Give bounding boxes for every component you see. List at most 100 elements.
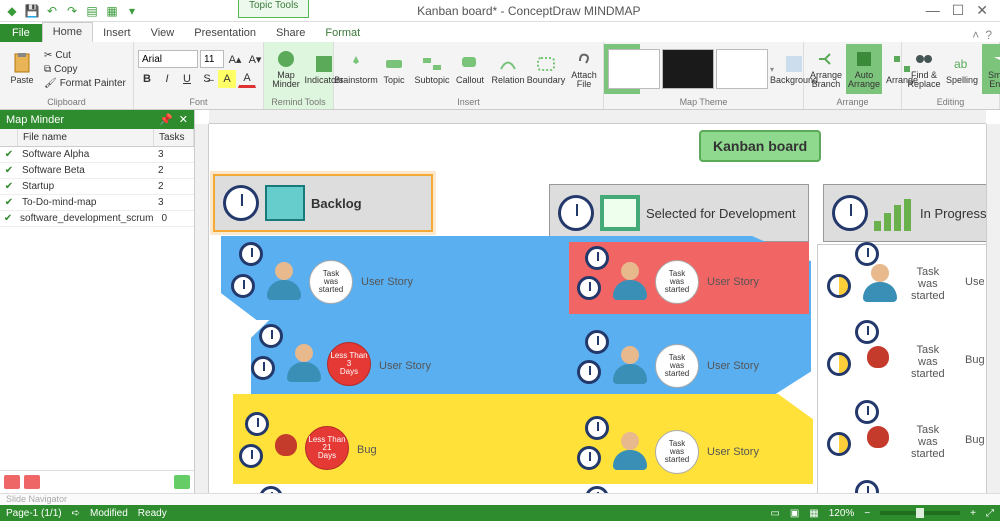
relation-button[interactable]: Relation xyxy=(490,44,526,94)
panel-tool-icon[interactable] xyxy=(174,475,190,489)
zoom-level[interactable]: 120% xyxy=(829,508,855,519)
spelling-button[interactable]: abSpelling xyxy=(944,44,980,94)
topic-label[interactable]: User Story xyxy=(707,360,759,372)
zoom-in-button[interactable]: + xyxy=(970,508,976,519)
zoom-out-button[interactable]: − xyxy=(864,508,870,519)
topic-label[interactable]: User Story xyxy=(707,276,759,288)
callout-button[interactable]: Callout xyxy=(452,44,488,94)
tab-insert[interactable]: Insert xyxy=(93,24,141,42)
vertical-scrollbar[interactable] xyxy=(986,124,1000,493)
help-icon[interactable]: ? xyxy=(985,28,992,42)
relation-icon xyxy=(498,54,518,74)
maximize-button[interactable]: ☐ xyxy=(952,2,965,19)
column-selected[interactable]: Selected for Development xyxy=(549,184,809,242)
arrange-branch-button[interactable]: Arrange Branch xyxy=(808,44,844,94)
view-mode-icon[interactable]: ▭ xyxy=(770,508,779,519)
auto-arrange-button[interactable]: Auto Arrange xyxy=(846,44,882,94)
column-progress[interactable]: In Progress xyxy=(823,184,986,242)
topic-button[interactable]: Topic xyxy=(376,44,412,94)
copy-button[interactable]: ⧉Copy xyxy=(42,63,128,76)
status-bubble: Less Than 21 Days xyxy=(305,426,349,470)
dropdown-icon[interactable]: ▾ xyxy=(124,3,140,19)
tab-format[interactable]: Format xyxy=(315,24,370,42)
font-size-select[interactable] xyxy=(200,50,224,68)
paste-button[interactable]: Paste xyxy=(4,44,40,94)
table-row[interactable]: ✔Software Alpha3 xyxy=(0,147,194,163)
minimize-button[interactable]: — xyxy=(926,2,940,19)
redo-icon[interactable]: ↷ xyxy=(64,3,80,19)
tab-home[interactable]: Home xyxy=(42,22,93,42)
undo-icon[interactable]: ↶ xyxy=(44,3,60,19)
brainstorm-button[interactable]: Brainstorm xyxy=(338,44,374,94)
font-family-select[interactable] xyxy=(138,50,198,68)
view-mode-icon[interactable]: ▦ xyxy=(809,508,818,519)
slide-navigator-bar[interactable]: Slide Navigator xyxy=(0,493,1000,505)
panel-tool-icon[interactable] xyxy=(4,475,20,489)
topic-label[interactable]: Use xyxy=(965,276,985,288)
page-indicator[interactable]: Page-1 (1/1) xyxy=(6,508,62,519)
clock-icon xyxy=(577,276,601,300)
canvas-stage[interactable]: Kanban board Backlog Selected for Develo… xyxy=(209,124,986,493)
map-title-topic[interactable]: Kanban board xyxy=(699,130,821,162)
cut-button[interactable]: ✂Cut xyxy=(42,49,128,62)
tab-presentation[interactable]: Presentation xyxy=(184,24,266,42)
format-painter-button[interactable]: 🖌Format Painter xyxy=(42,77,128,90)
tab-view[interactable]: View xyxy=(141,24,185,42)
attach-button[interactable]: Attach File xyxy=(566,44,602,94)
boundary-button[interactable]: Boundary xyxy=(528,44,564,94)
find-replace-button[interactable]: Find & Replace xyxy=(906,44,942,94)
nav-arrow-icon[interactable]: ➪ xyxy=(72,508,80,519)
shrink-font-button[interactable]: A▾ xyxy=(246,50,264,68)
close-button[interactable]: ✕ xyxy=(976,2,988,19)
topic-label[interactable]: User Story xyxy=(707,446,759,458)
topic-label[interactable]: Bug xyxy=(965,434,985,446)
underline-button[interactable]: U xyxy=(178,70,196,88)
theme-thumb[interactable] xyxy=(662,49,714,89)
topic-label[interactable]: Bug xyxy=(965,354,985,366)
pin-panel-icon[interactable]: 📌 xyxy=(159,113,173,126)
tab-share[interactable]: Share xyxy=(266,24,315,42)
check-icon[interactable]: ✔ xyxy=(0,197,18,208)
app-icon[interactable]: ◆ xyxy=(4,3,20,19)
check-icon[interactable]: ✔ xyxy=(0,181,18,192)
theme-thumb[interactable] xyxy=(716,49,768,89)
view-mode-icon[interactable]: ▣ xyxy=(790,508,799,519)
highlight-button[interactable]: A xyxy=(218,70,236,88)
group-clipboard: Paste ✂Cut ⧉Copy 🖌Format Painter Clipboa… xyxy=(0,42,134,109)
column-backlog[interactable]: Backlog xyxy=(213,174,433,232)
paste-icon xyxy=(12,53,32,73)
check-icon[interactable]: ✔ xyxy=(0,213,16,224)
canvas[interactable]: Kanban board Backlog Selected for Develo… xyxy=(195,110,1000,493)
strike-button[interactable]: S̶ xyxy=(198,70,216,88)
tab-file[interactable]: File xyxy=(0,24,42,42)
theme-thumb[interactable] xyxy=(608,49,660,89)
save-icon[interactable]: 💾 xyxy=(24,3,40,19)
close-panel-icon[interactable]: ✕ xyxy=(179,113,188,126)
table-row[interactable]: ✔software_development_scrum0 xyxy=(0,211,194,227)
check-icon[interactable]: ✔ xyxy=(0,149,18,160)
panel-tool-icon[interactable] xyxy=(24,475,40,489)
fit-page-icon[interactable]: ⤢ xyxy=(986,508,994,519)
status-text: Task was started xyxy=(911,344,945,380)
theme-more-icon[interactable]: ▾ xyxy=(770,65,774,74)
collapse-ribbon-icon[interactable]: ˄ xyxy=(972,28,979,42)
theme-gallery[interactable] xyxy=(608,49,768,89)
map-minder-button[interactable]: Map Minder xyxy=(268,44,304,94)
bold-button[interactable]: B xyxy=(138,70,156,88)
italic-button[interactable]: I xyxy=(158,70,176,88)
smart-enter-button[interactable]: Smart Enter xyxy=(982,44,1000,94)
table-row[interactable]: ✔Startup2 xyxy=(0,179,194,195)
branch-icon xyxy=(816,49,836,69)
zoom-slider[interactable] xyxy=(880,511,960,515)
subtopic-icon[interactable]: ▤ xyxy=(84,3,100,19)
grow-font-button[interactable]: A▴ xyxy=(226,50,244,68)
topic-label[interactable]: User Story xyxy=(379,360,431,372)
check-icon[interactable]: ✔ xyxy=(0,165,18,176)
table-row[interactable]: ✔To-Do-mind-map3 xyxy=(0,195,194,211)
font-color-button[interactable]: A xyxy=(238,70,256,88)
topic-icon[interactable]: ▦ xyxy=(104,3,120,19)
topic-label[interactable]: User Story xyxy=(361,276,413,288)
topic-label[interactable]: Bug xyxy=(357,444,377,456)
subtopic-button[interactable]: Subtopic xyxy=(414,44,450,94)
table-row[interactable]: ✔Software Beta2 xyxy=(0,163,194,179)
